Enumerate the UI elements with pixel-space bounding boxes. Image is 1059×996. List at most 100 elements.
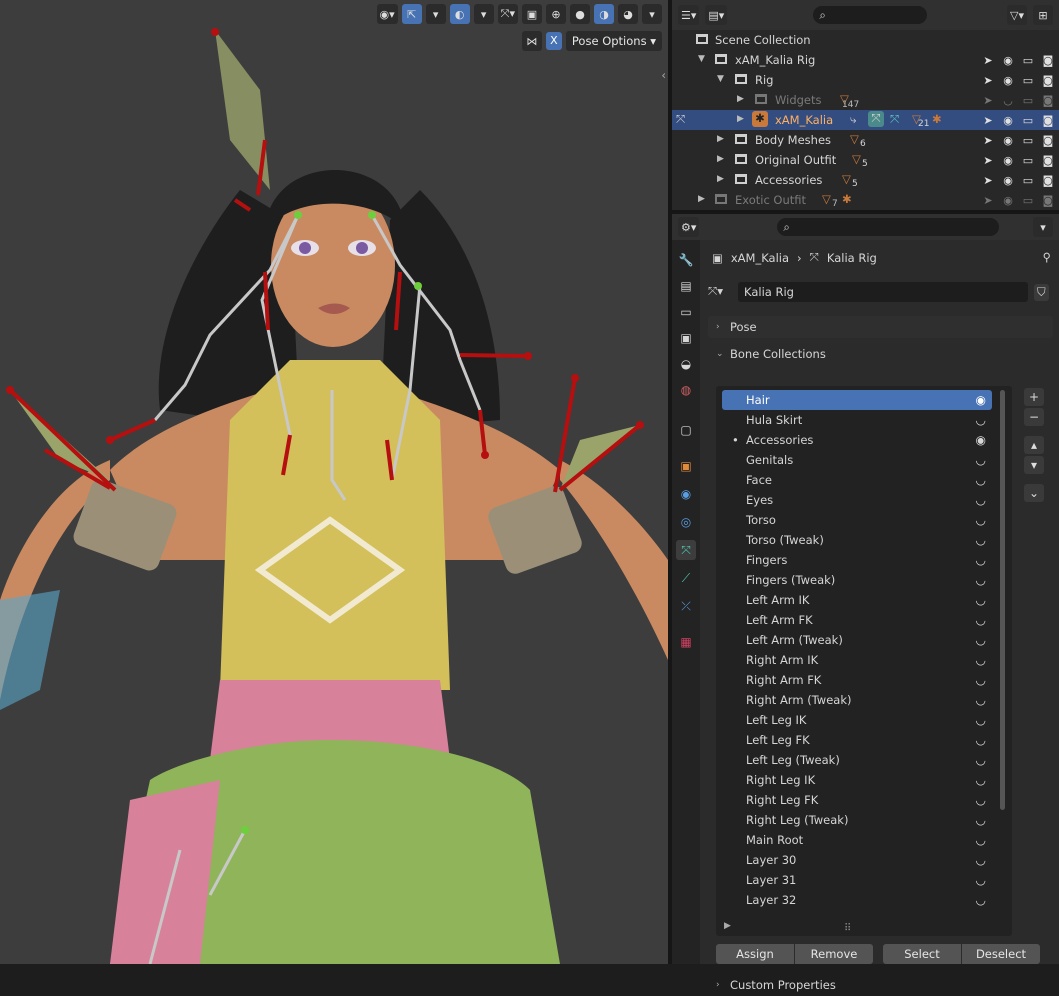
x-mirror-toggle[interactable]: X	[545, 32, 562, 50]
viewport-icon[interactable]: ▭	[1021, 134, 1035, 147]
bone-collections-panel-header[interactable]: ⌄ Bone Collections	[708, 343, 1053, 365]
bone-overlay-icon[interactable]: ⤧▾	[497, 4, 518, 24]
eye-closed-icon[interactable]: ◡	[976, 730, 986, 750]
bone-constraint-tab-icon[interactable]: ⤫	[676, 596, 696, 616]
list-filter-toggle-icon[interactable]: ▶	[724, 921, 731, 931]
bone-collection-item[interactable]: Fingers (Tweak) ◡	[722, 570, 992, 590]
eye-closed-icon[interactable]: ◡	[976, 450, 986, 470]
specials-menu-button[interactable]: ⌄	[1024, 484, 1044, 502]
viewport-icon[interactable]: ▭	[1021, 54, 1035, 67]
eye-icon[interactable]: ◉	[976, 390, 986, 410]
eye-closed-icon[interactable]: ◡	[976, 590, 986, 610]
eye-closed-icon[interactable]: ◡	[976, 410, 986, 430]
modifier-tab-icon[interactable]: ◉	[676, 484, 696, 504]
custom-properties-panel-header[interactable]: › Custom Properties	[708, 974, 1053, 996]
render-tab-icon[interactable]: ▤	[676, 276, 696, 296]
camera-icon[interactable]: ◙	[1041, 54, 1055, 67]
select-button[interactable]: Select	[883, 944, 961, 964]
bone-collection-item[interactable]: Left Leg (Tweak) ◡	[722, 750, 992, 770]
viewport-icon[interactable]: ▭	[1021, 174, 1035, 187]
select-icon[interactable]: ➤	[981, 154, 995, 167]
expand-down-icon[interactable]: ▼	[717, 74, 724, 84]
texture-tab-icon[interactable]: ▦	[676, 632, 696, 652]
eye-closed-icon[interactable]: ◡	[976, 830, 986, 850]
outliner-row-original-outfit[interactable]: ▶ Original Outfit ▽ 5 ➤ ◉ ▭ ◙	[672, 150, 1059, 170]
scene-tab-icon[interactable]: ◒	[676, 354, 696, 374]
collection-tab-icon[interactable]: ▢	[676, 420, 696, 440]
mirror-icon[interactable]: ⋈	[521, 31, 542, 51]
eye-icon[interactable]: ◉	[1001, 134, 1015, 147]
solid-shading-icon[interactable]: ●	[570, 4, 590, 24]
world-tab-icon[interactable]: ◍	[676, 380, 696, 400]
object-tab-icon[interactable]: ▣	[676, 456, 696, 476]
outliner-row-scene-collection[interactable]: Scene Collection	[672, 30, 1059, 50]
pin-icon[interactable]: ⚲	[1043, 250, 1051, 264]
eye-closed-icon[interactable]: ◡	[976, 550, 986, 570]
bone-collection-item[interactable]: Hula Skirt ◡	[722, 410, 992, 430]
select-icon[interactable]: ➤	[981, 134, 995, 147]
physics-tab-icon[interactable]: ◎	[676, 512, 696, 532]
list-resize-handle-icon[interactable]: ⠿	[844, 923, 851, 934]
editor-type-icon[interactable]: ⚙▾	[678, 217, 700, 237]
eye-closed-icon[interactable]: ◡	[976, 710, 986, 730]
camera-icon[interactable]: ◙	[1041, 194, 1055, 207]
outliner-row-accessories[interactable]: ▶ Accessories ▽ 5 ➤ ◉ ▭ ◙	[672, 170, 1059, 190]
bone-collection-item[interactable]: Fingers ◡	[722, 550, 992, 570]
eye-closed-icon[interactable]: ◡	[976, 470, 986, 490]
eye-icon[interactable]: ◉	[1001, 194, 1015, 207]
bone-collection-item[interactable]: Torso ◡	[722, 510, 992, 530]
sidebar-toggle-icon[interactable]: ‹	[661, 68, 666, 82]
outliner-row-widgets[interactable]: ▶ Widgets ▽ 147 ➤ ◡ ▭ ◙	[672, 90, 1059, 110]
eye-closed-icon[interactable]: ◡	[976, 770, 986, 790]
pose-panel-header[interactable]: › Pose	[708, 316, 1053, 338]
select-icon[interactable]: ➤	[981, 54, 995, 67]
bone-collection-item[interactable]: Genitals ◡	[722, 450, 992, 470]
deselect-button[interactable]: Deselect	[962, 944, 1040, 964]
eye-closed-icon[interactable]: ◡	[976, 530, 986, 550]
remove-button[interactable]: Remove	[795, 944, 873, 964]
camera-icon[interactable]: ◙	[1041, 94, 1055, 107]
fake-user-shield-icon[interactable]: ⛉	[1034, 284, 1049, 301]
bone-collection-item[interactable]: Left Leg IK ◡	[722, 710, 992, 730]
camera-icon[interactable]: ◙	[1041, 154, 1055, 167]
tool-tab-icon[interactable]: 🔧	[676, 250, 696, 270]
select-icon[interactable]: ➤	[981, 94, 995, 107]
eye-closed-icon[interactable]: ◡	[1001, 94, 1015, 107]
outliner-row-kalia-rig[interactable]: ▼ xAM_Kalia Rig ➤ ◉ ▭ ◙	[672, 50, 1059, 70]
list-scrollbar[interactable]	[1000, 390, 1005, 810]
overlays-dropdown-icon[interactable]: ▾	[473, 4, 494, 24]
eye-icon[interactable]: ◉	[1001, 114, 1015, 127]
eye-closed-icon[interactable]: ◡	[976, 610, 986, 630]
eye-closed-icon[interactable]: ◡	[976, 790, 986, 810]
pose-options-dropdown[interactable]: Pose Options ▾	[565, 31, 662, 51]
armature-name-field[interactable]: Kalia Rig	[738, 282, 1028, 302]
bone-collections-list[interactable]: Hair ◉ Hula Skirt ◡ • Accessories ◉ Genitals ◡ Fa…	[716, 386, 1012, 936]
viewport-icon[interactable]: ▭	[1021, 154, 1035, 167]
bone-collection-item[interactable]: Right Arm FK ◡	[722, 670, 992, 690]
bone-collection-item[interactable]: Right Leg (Tweak) ◡	[722, 810, 992, 830]
select-icon[interactable]: ➤	[981, 114, 995, 127]
eye-closed-icon[interactable]: ◡	[976, 870, 986, 890]
outliner-row-xam-kalia[interactable]: ⤧ ▶ ✱ xAM_Kalia ⤷ ⤧ ⤧ ▽ 21 ✱ ➤ ◉ ▭ ◙	[672, 110, 1059, 130]
visibility-icon[interactable]: ◉▾	[376, 4, 398, 24]
viewport-icon[interactable]: ▭	[1021, 74, 1035, 87]
select-icon[interactable]: ➤	[981, 174, 995, 187]
eye-icon[interactable]: ◉	[1001, 74, 1015, 87]
expand-right-icon[interactable]: ▶	[717, 134, 724, 144]
properties-search-input[interactable]: ⌕	[777, 218, 1000, 236]
assign-button[interactable]: Assign	[716, 944, 794, 964]
viewport-icon[interactable]: ▭	[1021, 114, 1035, 127]
expand-down-icon[interactable]: ▼	[698, 54, 705, 64]
output-tab-icon[interactable]: ▭	[676, 302, 696, 322]
expand-right-icon[interactable]: ▶	[737, 94, 744, 104]
view-layer-icon[interactable]: ▤▾	[705, 5, 728, 25]
select-icon[interactable]: ➤	[981, 74, 995, 87]
bone-collection-item[interactable]: Left Arm (Tweak) ◡	[722, 630, 992, 650]
bone-collection-item[interactable]: Torso (Tweak) ◡	[722, 530, 992, 550]
outliner-row-exotic-outfit[interactable]: ▶ Exotic Outfit ▽ 7 ✱ ➤ ◉ ▭ ◙	[672, 190, 1059, 210]
eye-closed-icon[interactable]: ◡	[976, 850, 986, 870]
rendered-shading-icon[interactable]: ◕	[618, 4, 638, 24]
bone-collection-item[interactable]: Main Root ◡	[722, 830, 992, 850]
add-collection-button[interactable]: +	[1024, 388, 1044, 406]
outliner-row-body-meshes[interactable]: ▶ Body Meshes ▽ 6 ➤ ◉ ▭ ◙	[672, 130, 1059, 150]
